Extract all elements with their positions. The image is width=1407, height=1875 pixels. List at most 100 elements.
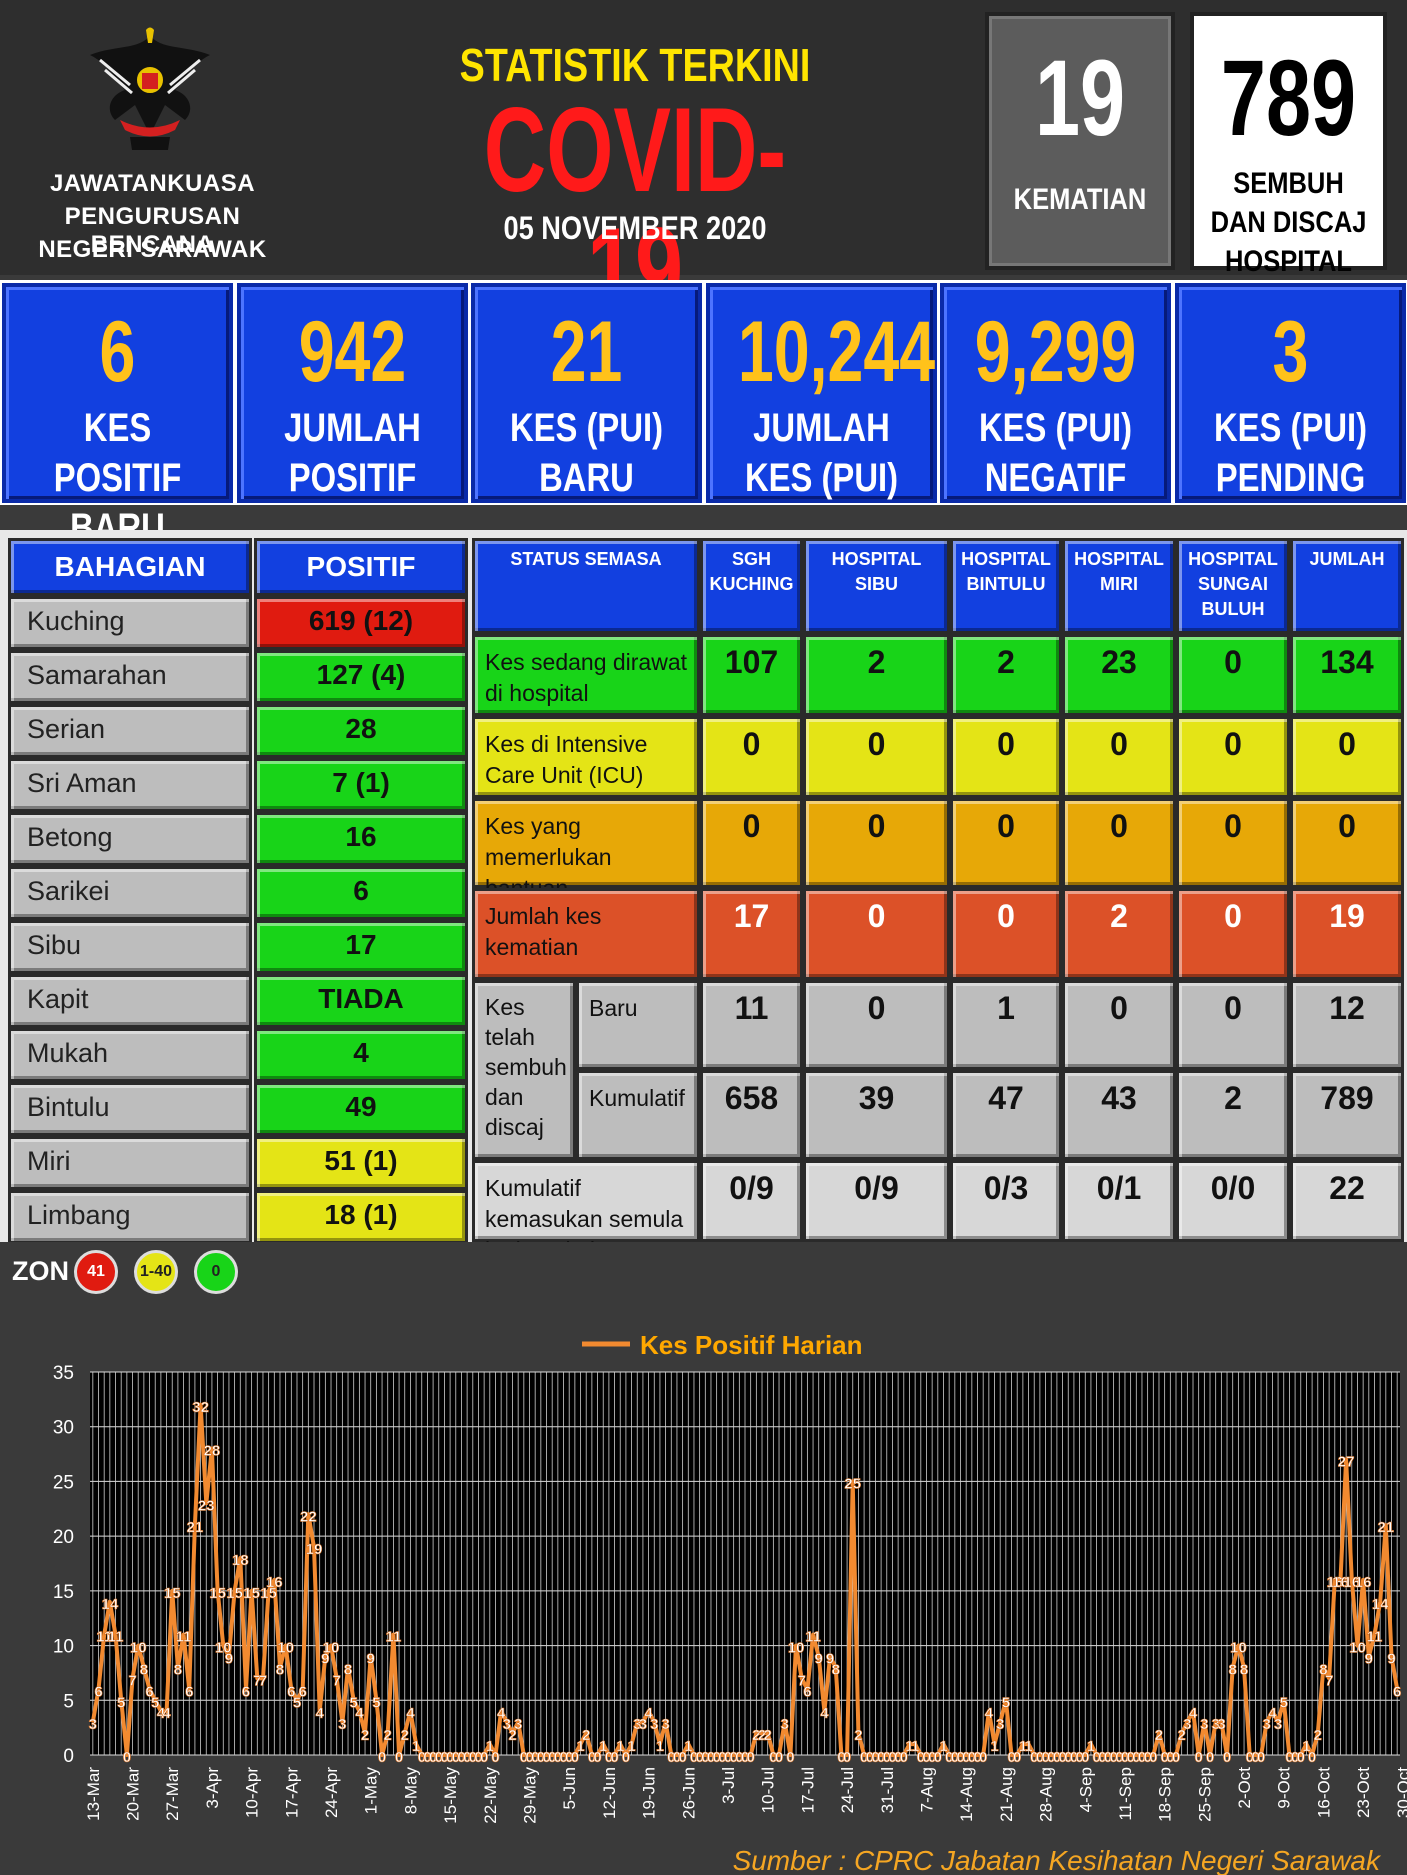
status-header: HOSPITAL BINTULU [950,538,1062,634]
data-label: 10 [1230,1640,1247,1657]
zone-label: ZON [12,1256,69,1286]
x-tick-label: 4-Sep [1076,1767,1095,1812]
data-label: 2 [1155,1727,1163,1744]
data-label: 15 [243,1585,260,1602]
data-label: 2 [361,1727,369,1744]
stat-card: 10,244 JUMLAH KES (PUI) [705,283,937,503]
data-label: 4 [1189,1705,1198,1722]
data-label: 11 [385,1629,401,1646]
data-label: 8 [1240,1661,1248,1678]
data-label: 3 [650,1716,658,1733]
status-value-kumulatif: 789 [1290,1070,1404,1160]
x-tick-label: 27-Mar [163,1767,182,1821]
status-row-label: Kes sedang dirawat di hospital [472,634,700,716]
data-label: 3 [661,1716,669,1733]
status-value: 0 [950,716,1062,798]
data-label: 3 [996,1716,1004,1733]
x-tick-label: 28-Aug [1037,1767,1056,1822]
status-value: 0 [1176,716,1290,798]
status-value-kumulatif: 43 [1062,1070,1176,1160]
data-label: 8 [1229,1661,1237,1678]
data-label: 4 [162,1705,171,1722]
data-label: 0 [775,1749,783,1766]
x-tick-label: 26-Jun [679,1767,698,1819]
x-tick-label: 14-Aug [957,1767,976,1822]
status-row-label: Jumlah kes kematian [472,888,700,980]
stat-card: 9,299 KES (PUI) NEGATIF [940,283,1171,503]
data-label: 0 [1149,1749,1157,1766]
y-tick-label: 0 [63,1746,74,1767]
sarawak-crest-logo [90,27,210,150]
data-label: 0 [1206,1749,1214,1766]
stat-label-2: KES (PUI) [744,456,898,500]
stat-value: 942 [298,304,406,400]
data-label: 0 [1308,1749,1316,1766]
x-tick-label: 3-Apr [203,1767,222,1809]
org-line-1: JAWATANKUASA [49,170,256,197]
stat-label-1: KES (PUI) [1213,406,1367,450]
division-name: Bintulu [8,1082,252,1136]
data-label: 23 [198,1497,215,1514]
division-positive: TIADA [254,974,468,1028]
data-label: 0 [979,1749,987,1766]
division-positive: 6 [254,866,468,920]
data-label: 4 [985,1705,994,1722]
division-positive: 4 [254,1028,468,1082]
x-tick-label: 5-Jun [560,1767,579,1810]
data-label: 21 [187,1519,204,1536]
data-label: 4 [355,1705,364,1722]
data-label: 6 [242,1683,250,1700]
data-label: 8 [140,1661,148,1678]
data-label: 0 [746,1749,754,1766]
division-name: Kuching [8,596,252,650]
data-label: 19 [306,1541,323,1558]
status-value-baru: 0 [1062,980,1176,1070]
x-tick-label: 3-Jul [719,1767,738,1804]
y-tick-label: 10 [53,1637,74,1658]
data-label: 15 [164,1585,181,1602]
status-sublabel-kumulatif: Kumulatif [576,1070,700,1160]
status-value: 0/0 [1176,1160,1290,1242]
x-tick-label: 12-Jun [600,1767,619,1819]
data-label: 9 [367,1651,375,1668]
x-tick-label: 17-Apr [282,1767,301,1818]
data-label: 5 [117,1694,125,1711]
status-value-kumulatif: 47 [950,1070,1062,1160]
data-label: 9 [1387,1651,1395,1668]
stat-label-2: NEGATIF [984,456,1127,500]
data-label: 6 [1393,1683,1401,1700]
status-value: 0/1 [1062,1160,1176,1242]
data-label: 10 [277,1640,294,1657]
x-tick-label: 10-Apr [243,1767,262,1818]
stat-card: 3 KES (PUI) PENDING [1174,283,1406,503]
stat-label-1: JUMLAH [752,406,890,450]
data-label: 8 [344,1661,352,1678]
data-label: 6 [185,1683,193,1700]
data-label: 3 [338,1716,346,1733]
recovered-label-1: SEMBUH [1233,167,1344,200]
division-name: Mukah [8,1028,252,1082]
y-tick-label: 25 [53,1472,74,1493]
data-label: 9 [815,1651,823,1668]
zone-circle: 1-40 [134,1250,178,1294]
status-value: 0 [803,798,950,888]
x-tick-label: 7-Aug [917,1767,936,1812]
status-value: 0 [700,798,803,888]
data-label: 15 [226,1585,243,1602]
x-tick-label: 20-Mar [124,1767,143,1821]
data-label: 2 [401,1727,409,1744]
status-header: HOSPITAL MIRI [1062,538,1176,634]
status-value: 0 [950,888,1062,980]
data-label: 28 [204,1443,221,1460]
status-value: 2 [803,634,950,716]
status-value: 0 [950,798,1062,888]
status-value: 0 [700,716,803,798]
data-label: 2 [384,1727,392,1744]
stat-label-2: PENDING [1215,456,1365,500]
data-label: 3 [514,1716,522,1733]
x-tick-label: 10-Jul [759,1767,778,1813]
division-name: Samarahan [8,650,252,704]
data-label: 8 [276,1661,284,1678]
status-header: HOSPITAL SIBU [803,538,950,634]
x-tick-label: 15-May [441,1767,460,1824]
